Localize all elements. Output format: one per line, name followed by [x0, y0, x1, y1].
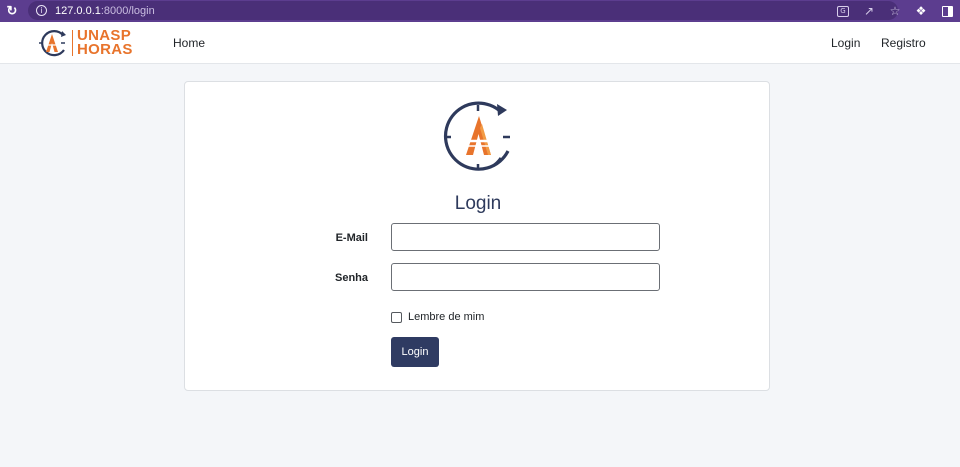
side-panel-icon[interactable]	[934, 0, 960, 22]
email-field[interactable]	[391, 223, 660, 251]
site-info-icon[interactable]: i	[36, 5, 47, 16]
login-card: Login E-Mail Senha Lembre de mim Login	[184, 81, 770, 391]
url-path: :8000/login	[100, 4, 155, 17]
address-bar[interactable]: i 127.0.0.1:8000/login	[28, 1, 898, 20]
login-submit-button[interactable]: Login	[391, 337, 439, 367]
top-navbar: UNASP HORAS Home Login Registro	[0, 22, 960, 64]
url-host: 127.0.0.1	[55, 4, 101, 17]
email-label: E-Mail	[335, 232, 368, 244]
browser-actions: G ↗ ☆ ❖	[830, 0, 960, 22]
reload-icon[interactable]: ↻	[0, 0, 24, 22]
browser-toolbar: ↻ i 127.0.0.1:8000/login G ↗ ☆ ❖	[0, 0, 960, 22]
remember-me-row: Lembre de mim	[391, 311, 484, 323]
nav-home-link[interactable]: Home	[173, 22, 205, 64]
share-icon[interactable]: ↗	[856, 0, 882, 22]
brand-name: UNASP HORAS	[77, 28, 133, 58]
brand-divider	[72, 30, 73, 56]
extensions-puzzle-icon[interactable]: ❖	[908, 0, 934, 22]
brand-logo-link[interactable]: UNASP HORAS	[36, 28, 133, 58]
password-field[interactable]	[391, 263, 660, 291]
translate-icon[interactable]: G	[830, 0, 856, 22]
nav-login-link[interactable]: Login	[831, 22, 860, 64]
unasp-horas-clock-icon	[443, 101, 510, 171]
login-title: Login	[454, 193, 502, 214]
remember-me-checkbox[interactable]	[391, 311, 402, 323]
remember-me-label[interactable]: Lembre de mim	[408, 311, 484, 323]
brand-line-2: HORAS	[77, 41, 133, 58]
nav-register-link[interactable]: Registro	[881, 22, 926, 64]
bookmark-star-icon[interactable]: ☆	[882, 0, 908, 22]
password-label: Senha	[334, 272, 368, 284]
unasp-clock-logo-icon	[39, 30, 66, 57]
